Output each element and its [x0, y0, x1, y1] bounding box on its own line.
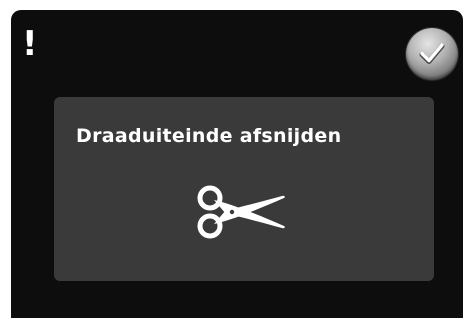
- exclamation-icon: !: [22, 24, 38, 64]
- dialog-message: Draaduiteinde afsnijden: [76, 125, 342, 147]
- scissors-icon: [197, 185, 285, 239]
- checkmark-icon: [419, 43, 445, 64]
- confirm-button[interactable]: [406, 28, 458, 80]
- dialog-box: Draaduiteinde afsnijden: [54, 97, 434, 281]
- screen: ! Draaduiteinde afsnijden: [0, 0, 468, 320]
